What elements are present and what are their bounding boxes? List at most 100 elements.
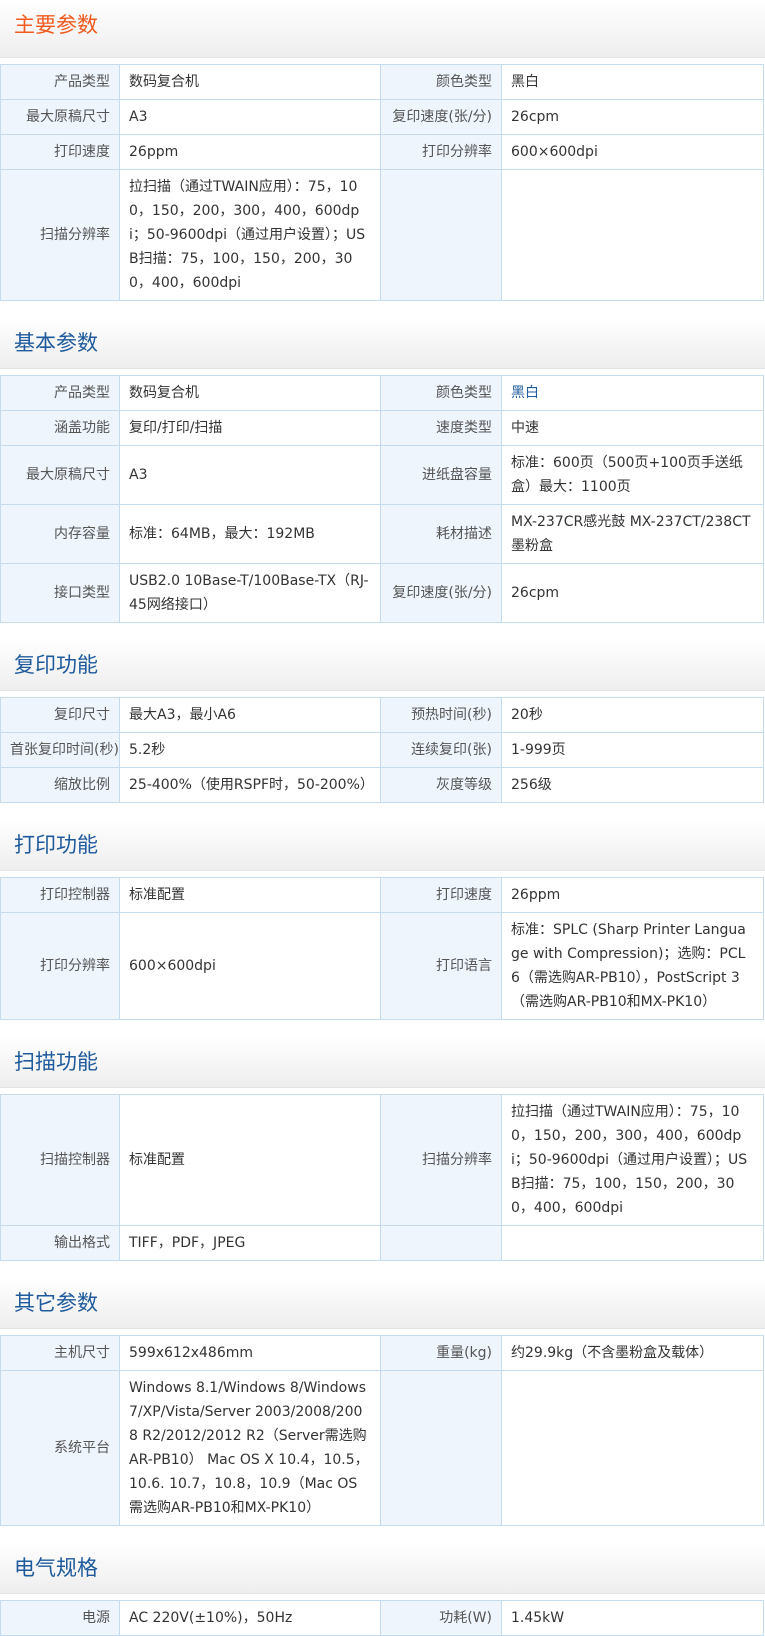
spec-label: 产品类型 (0, 375, 120, 411)
spec-page: 主要参数 产品类型 数码复合机 颜色类型 黑白 最大原稿尺寸 A3 复印速度(张/分) 26cp… (0, 0, 765, 1636)
spec-label: 打印语言 (380, 912, 502, 1020)
section-main-params: 主要参数产品类型 数码复合机 颜色类型 黑白 最大原稿尺寸 A3 复印速度(张/分) 26cp… (0, 0, 765, 301)
spec-table: 主机尺寸 599x612x486mm 重量(kg) 约29.9kg（不含墨粉盒及载体）… (0, 1335, 764, 1526)
spec-table: 扫描控制器 标准配置 扫描分辨率 拉扫描（通过TWAIN应用）：75，100，150，… (0, 1094, 764, 1261)
spec-value: 26cpm (501, 99, 764, 135)
section-title: 扫描功能 (0, 1036, 765, 1088)
section-title: 基本参数 (0, 317, 765, 369)
spec-row: 电源 AC 220V(±10%)，50Hz 功耗(W) 1.45kW (0, 1600, 764, 1636)
spec-label: 打印分辨率 (380, 134, 502, 170)
spec-value: 5.2秒 (119, 732, 381, 768)
spec-value: A3 (119, 445, 381, 505)
spec-label (380, 1370, 502, 1526)
spec-value: 26ppm (119, 134, 381, 170)
section-print-function: 打印功能打印控制器 标准配置 打印速度 26ppm 打印分辨率 600×600dpi 打印语… (0, 819, 765, 1020)
spec-row: 最大原稿尺寸 A3 复印速度(张/分) 26cpm (0, 99, 764, 135)
spec-value: 数码复合机 (119, 64, 381, 100)
spec-label: 连续复印(张) (380, 732, 502, 768)
spec-label: 打印分辨率 (0, 912, 120, 1020)
spec-label: 涵盖功能 (0, 410, 120, 446)
spec-label: 首张复印时间(秒) (0, 732, 120, 768)
spec-row: 打印分辨率 600×600dpi 打印语言 标准：SPLC (Sharp Printe… (0, 912, 764, 1020)
spec-value: AC 220V(±10%)，50Hz (119, 1600, 381, 1636)
spec-table: 产品类型 数码复合机 颜色类型 黑白 最大原稿尺寸 A3 复印速度(张/分) 26cpm 打印速… (0, 64, 764, 301)
spec-value: 黑白 (501, 64, 764, 100)
spec-label: 扫描分辨率 (0, 169, 120, 301)
section-title: 其它参数 (0, 1277, 765, 1329)
section-title: 电气规格 (0, 1542, 765, 1594)
spec-value: 拉扫描（通过TWAIN应用）：75，100，150，200，300，400，60… (501, 1094, 764, 1226)
spec-value: 1-999页 (501, 732, 764, 768)
spec-row: 扫描控制器 标准配置 扫描分辨率 拉扫描（通过TWAIN应用）：75，100，150，… (0, 1094, 764, 1226)
spec-value: TIFF，PDF，JPEG (119, 1225, 381, 1261)
spec-value: USB2.0 10Base-T/100Base-TX（RJ-45网络接口） (119, 563, 381, 623)
spec-label: 进纸盘容量 (380, 445, 502, 505)
spec-label: 打印速度 (380, 877, 502, 913)
spec-value: 600×600dpi (501, 134, 764, 170)
spec-row: 最大原稿尺寸 A3 进纸盘容量 标准：600页（500页+100页手送纸盒）最大：11… (0, 445, 764, 505)
section-basic-params: 基本参数 产品类型 数码复合机 颜色类型 黑白 涵盖功能 复印/打印/扫描 速度类型 中速 最大原… (0, 317, 765, 623)
spec-value: 25-400%（使用RSPF时，50-200%） (119, 767, 381, 803)
spec-value: 标准：SPLC (Sharp Printer Language with Com… (501, 912, 764, 1020)
spec-value: 600×600dpi (119, 912, 381, 1020)
spec-row: 接口类型 USB2.0 10Base-T/100Base-TX（RJ-45网络接口… (0, 563, 764, 623)
spec-value: 标准配置 (119, 877, 381, 913)
spec-label: 重量(kg) (380, 1335, 502, 1371)
spec-label: 系统平台 (0, 1370, 120, 1526)
section-copy-function: 复印功能复印尺寸 最大A3，最小A6 预热时间(秒) 20秒 首张复印时间(秒) 5.2秒… (0, 639, 765, 803)
spec-value: 复印/打印/扫描 (119, 410, 381, 446)
spec-value: 中速 (501, 410, 764, 446)
spec-label: 输出格式 (0, 1225, 120, 1261)
spec-label: 速度类型 (380, 410, 502, 446)
spec-value: 599x612x486mm (119, 1335, 381, 1371)
spec-label: 预热时间(秒) (380, 697, 502, 733)
spec-row: 打印速度 26ppm 打印分辨率 600×600dpi (0, 134, 764, 170)
section-title: 打印功能 (0, 819, 765, 871)
spec-label: 复印速度(张/分) (380, 563, 502, 623)
spec-row: 扫描分辨率 拉扫描（通过TWAIN应用）：75，100，150，200，300，4… (0, 169, 764, 301)
spec-row: 主机尺寸 599x612x486mm 重量(kg) 约29.9kg（不含墨粉盒及载体） (0, 1335, 764, 1371)
section-title: 复印功能 (0, 639, 765, 691)
spec-value (501, 1370, 764, 1526)
spec-label: 颜色类型 (380, 64, 502, 100)
spec-row: 复印尺寸 最大A3，最小A6 预热时间(秒) 20秒 (0, 697, 764, 733)
spec-value: 1.45kW (501, 1600, 764, 1636)
spec-table: 打印控制器 标准配置 打印速度 26ppm 打印分辨率 600×600dpi 打印语言 标准：… (0, 877, 764, 1020)
spec-row: 内存容量 标准：64MB，最大：192MB 耗材描述 MX-237CR感光鼓 MX-2… (0, 504, 764, 564)
spec-label: 扫描控制器 (0, 1094, 120, 1226)
spec-row: 打印控制器 标准配置 打印速度 26ppm (0, 877, 764, 913)
spec-value: 约29.9kg（不含墨粉盒及载体） (501, 1335, 764, 1371)
spec-label: 主机尺寸 (0, 1335, 120, 1371)
spec-table: 复印尺寸 最大A3，最小A6 预热时间(秒) 20秒 首张复印时间(秒) 5.2秒 连续复印… (0, 697, 764, 803)
spec-label: 复印速度(张/分) (380, 99, 502, 135)
spec-label: 接口类型 (0, 563, 120, 623)
spec-value (501, 1225, 764, 1261)
spec-label: 复印尺寸 (0, 697, 120, 733)
spec-label: 内存容量 (0, 504, 120, 564)
spec-value: 标准：64MB，最大：192MB (119, 504, 381, 564)
spec-label: 功耗(W) (380, 1600, 502, 1636)
spec-value: MX-237CR感光鼓 MX-237CT/238CT墨粉盒 (501, 504, 764, 564)
spec-label: 打印控制器 (0, 877, 120, 913)
spec-value: Windows 8.1/Windows 8/Windows 7/XP/Vista… (119, 1370, 381, 1526)
spec-label: 灰度等级 (380, 767, 502, 803)
spec-value: 标准配置 (119, 1094, 381, 1226)
spec-value (501, 169, 764, 301)
spec-label: 耗材描述 (380, 504, 502, 564)
spec-value: 26cpm (501, 563, 764, 623)
spec-value: 黑白 (501, 375, 764, 411)
spec-label: 打印速度 (0, 134, 120, 170)
spec-row: 产品类型 数码复合机 颜色类型 黑白 (0, 64, 764, 100)
spec-label: 电源 (0, 1600, 120, 1636)
section-electrical-specs: 电气规格电源 AC 220V(±10%)，50Hz 功耗(W) 1.45kW (0, 1542, 765, 1636)
section-scan-function: 扫描功能扫描控制器 标准配置 扫描分辨率 拉扫描（通过TWAIN应用）：75，100，… (0, 1036, 765, 1261)
section-other-params: 其它参数主机尺寸 599x612x486mm 重量(kg) 约29.9kg（不含墨粉盒… (0, 1277, 765, 1526)
section-title: 主要参数 (0, 0, 765, 58)
spec-label: 最大原稿尺寸 (0, 445, 120, 505)
spec-table: 产品类型 数码复合机 颜色类型 黑白 涵盖功能 复印/打印/扫描 速度类型 中速 最大原稿尺寸 A… (0, 375, 764, 623)
spec-row: 缩放比例 25-400%（使用RSPF时，50-200%） 灰度等级 256级 (0, 767, 764, 803)
spec-label: 产品类型 (0, 64, 120, 100)
spec-label: 颜色类型 (380, 375, 502, 411)
spec-value: 最大A3，最小A6 (119, 697, 381, 733)
spec-value: 拉扫描（通过TWAIN应用）：75，100，150，200，300，400，60… (119, 169, 381, 301)
